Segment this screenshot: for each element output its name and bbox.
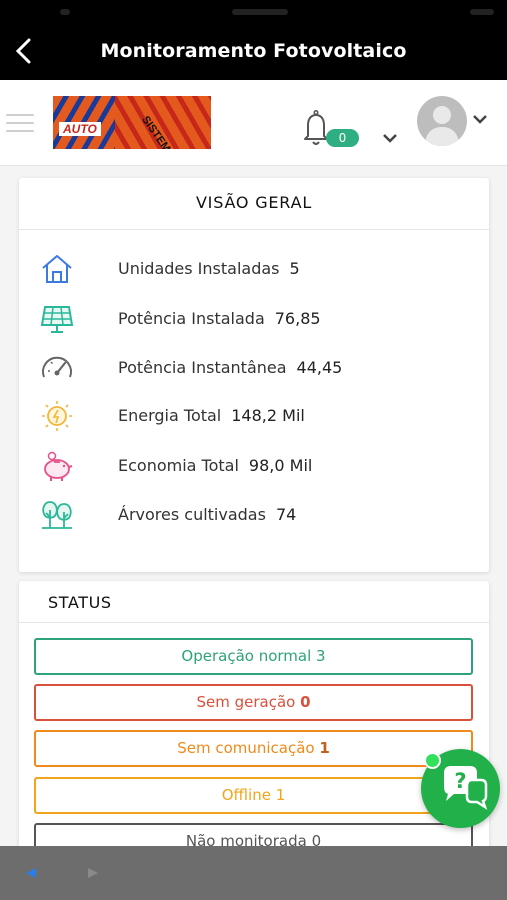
solar-panel-icon: [40, 306, 74, 333]
overview-label: Potência Instalada: [118, 309, 265, 328]
overview-label: Potência Instantânea: [118, 358, 287, 377]
status-bar: [0, 0, 507, 26]
notification-badge: 0: [326, 129, 359, 147]
status-label: Operação normal: [181, 647, 312, 665]
menu-icon[interactable]: [6, 114, 34, 132]
overview-value: 44,45: [296, 358, 343, 377]
company-logo[interactable]: AUTO SISTEMAS: [53, 96, 211, 149]
overview-row: Energia Total 148,2 Mil: [19, 396, 489, 436]
arrow-left-icon[interactable]: [22, 866, 42, 880]
overview-value: 148,2 Mil: [231, 406, 305, 425]
app-header: AUTO SISTEMAS 0: [0, 80, 507, 166]
chevron-down-icon[interactable]: [381, 132, 399, 144]
trees-icon: [42, 501, 72, 529]
overview-value: 74: [275, 505, 297, 524]
status-offline-button[interactable]: Offline 1: [34, 777, 473, 814]
status-operacao-normal-button[interactable]: Operação normal 3: [34, 638, 473, 675]
overview-row: Potência Instalada 76,85: [19, 299, 489, 339]
back-button[interactable]: [6, 34, 40, 68]
status-count: 1: [275, 786, 286, 804]
status-sem-geracao-button[interactable]: Sem geração 0: [34, 684, 473, 721]
status-label: Sem geração: [196, 693, 296, 711]
status-count: 0: [300, 693, 311, 711]
status-sem-comunicacao-button[interactable]: Sem comunicação 1: [34, 730, 473, 767]
battery-icon: [470, 9, 494, 15]
online-indicator: [424, 752, 441, 769]
overview-label: Economia Total: [118, 456, 239, 475]
house-icon: [42, 255, 72, 283]
overview-label: Árvores cultivadas: [118, 505, 266, 524]
overview-row: Potência Instantânea 44,45: [19, 348, 489, 388]
status-count: 1: [319, 739, 330, 757]
logo-text-auto: AUTO: [59, 122, 101, 136]
overview-value: 5: [289, 259, 300, 278]
overview-row: Economia Total 98,0 Mil: [19, 446, 489, 486]
chevron-down-icon[interactable]: [471, 113, 489, 125]
user-icon: [425, 106, 459, 146]
arrow-right-icon[interactable]: [82, 866, 102, 880]
gauge-icon: [42, 356, 72, 378]
signal-icon: [60, 9, 70, 15]
piggy-bank-icon: [44, 451, 73, 481]
overview-value: 76,85: [274, 309, 321, 328]
status-label: Sem comunicação: [177, 739, 315, 757]
status-title: STATUS: [19, 581, 489, 623]
avatar[interactable]: [417, 96, 467, 146]
status-card: STATUS Operação normal 3 Sem geração 0 S…: [19, 581, 489, 860]
status-count: 3: [316, 647, 326, 665]
svg-text:?: ?: [454, 769, 466, 793]
sun-energy-icon: [42, 401, 72, 431]
overview-card: VISÃO GERAL Unidades Instaladas 5 Potênci…: [19, 178, 489, 572]
overview-label: Energia Total: [118, 406, 222, 425]
top-bar: Monitoramento Fotovoltaico: [0, 0, 507, 80]
page-title: Monitoramento Fotovoltaico: [100, 40, 407, 62]
chevron-left-icon: [15, 38, 31, 64]
status-label: Offline: [221, 786, 271, 804]
overview-label: Unidades Instaladas: [118, 259, 280, 278]
browser-toolbar: [0, 846, 507, 900]
clock: [232, 9, 288, 15]
overview-value: 98,0 Mil: [248, 456, 313, 475]
overview-row: Unidades Instaladas 5: [19, 249, 489, 289]
overview-title: VISÃO GERAL: [19, 178, 489, 230]
overview-row: Árvores cultivadas 74: [19, 495, 489, 535]
